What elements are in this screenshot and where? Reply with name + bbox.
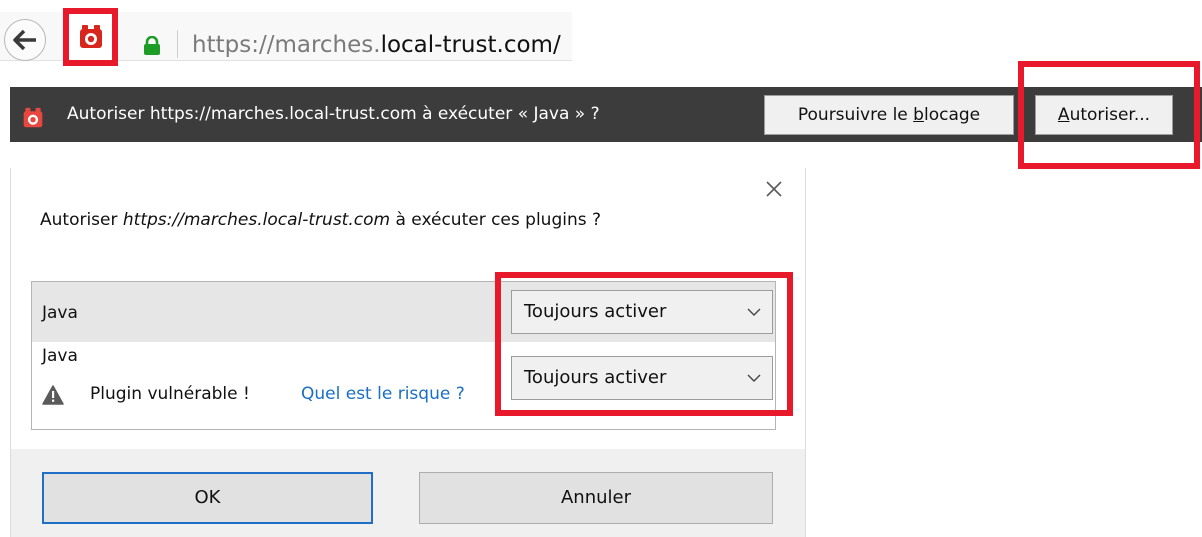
continue-blocking-label-start: Poursuivre le bbox=[797, 105, 914, 125]
continue-blocking-accesskey: b bbox=[913, 105, 924, 125]
question-end: à exécuter ces plugins ? bbox=[390, 210, 602, 230]
dialog-question: Autoriser https://marches.local-trust.co… bbox=[40, 206, 601, 234]
continue-blocking-button[interactable]: Poursuivre le blocage bbox=[764, 95, 1014, 135]
lock-icon[interactable] bbox=[143, 35, 161, 60]
plugin-blocked-button[interactable] bbox=[63, 8, 118, 66]
plugin-name-1: Java bbox=[42, 303, 78, 323]
plugin-name-2: Java bbox=[42, 346, 78, 366]
select-highlight-frame bbox=[495, 272, 793, 416]
allow-highlight-frame bbox=[1018, 61, 1200, 169]
close-icon[interactable] bbox=[765, 180, 783, 202]
vulnerable-plugin-warning: Plugin vulnérable ! bbox=[90, 384, 250, 404]
cancel-button[interactable]: Annuler bbox=[419, 472, 773, 524]
warning-icon bbox=[42, 385, 64, 409]
question-start: Autoriser bbox=[40, 210, 123, 230]
question-site: https://marches.local-trust.com bbox=[122, 210, 391, 230]
url-host: local-trust.com/ bbox=[380, 32, 561, 58]
url-prefix: https://marches. bbox=[192, 32, 381, 58]
notification-message: Autoriser https://marches.local-trust.co… bbox=[67, 104, 600, 124]
url-separator bbox=[177, 30, 178, 58]
back-button[interactable] bbox=[4, 19, 46, 61]
plugin-blocked-icon bbox=[80, 25, 102, 48]
ok-button[interactable]: OK bbox=[42, 472, 373, 524]
plugin-notification-icon bbox=[22, 107, 44, 133]
back-arrow-icon bbox=[13, 29, 36, 51]
risk-info-link[interactable]: Quel est le risque ? bbox=[301, 380, 465, 408]
continue-blocking-label-end: locage bbox=[923, 105, 981, 125]
url-field[interactable]: https://marches.local-trust.com/ bbox=[192, 30, 561, 60]
